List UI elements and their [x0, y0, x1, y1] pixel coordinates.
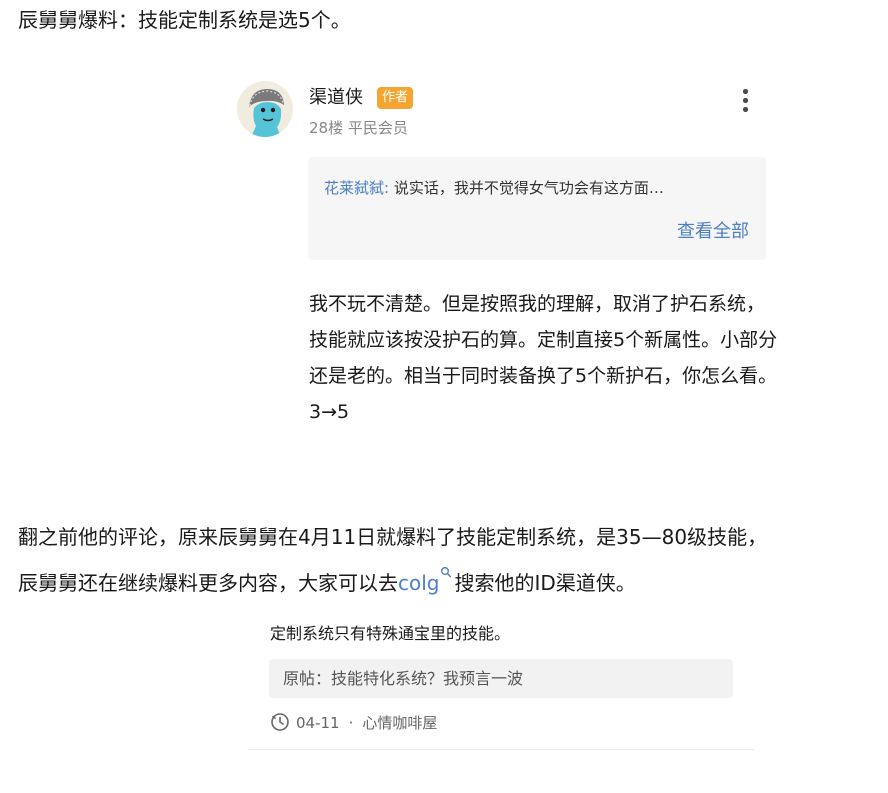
- quote-author[interactable]: 花莱弑弑:: [324, 179, 389, 197]
- author-avatar[interactable]: [237, 81, 293, 137]
- article-page: 辰舅舅爆料：技能定制系统是选5个。 渠道侠 作者 28楼 平民会员 花莱弑弑: …: [0, 0, 888, 793]
- floor-meta: 28楼 平民会员: [309, 119, 408, 137]
- post-date: 04-11: [296, 714, 340, 732]
- paragraph-line-1: 翻之前他的评论，原来辰舅舅在4月11日就爆料了技能定制系统，是35—80级技能，: [18, 525, 768, 549]
- original-post-box[interactable]: 原帖：技能特化系统？我预言一波: [269, 659, 733, 698]
- meta-separator: ·: [348, 714, 354, 732]
- quote-line: 花莱弑弑: 说实话，我并不觉得女气功会有这方面…: [324, 176, 754, 200]
- search-icon[interactable]: [440, 566, 452, 586]
- post-title[interactable]: 定制系统只有特殊通宝里的技能。: [270, 621, 510, 647]
- comment-body: 我不玩不清楚。但是按照我的理解，取消了护石系统，技能就应该按没护石的算。定制直接…: [309, 293, 778, 423]
- quoted-comment: 花莱弑弑: 说实话，我并不觉得女气功会有这方面… 查看全部: [308, 157, 766, 260]
- original-post-link: 原帖：技能特化系统？我预言一波: [283, 669, 524, 688]
- view-all-link[interactable]: 查看全部: [677, 218, 749, 246]
- paragraph-text-end: 搜索他的ID渠道侠。: [454, 571, 636, 595]
- paragraph-text: 辰舅舅还在继续爆料更多内容，大家可以去: [18, 571, 398, 595]
- post-meta: 04-11 · 心情咖啡屋: [270, 712, 437, 734]
- divider: [248, 749, 754, 750]
- clock-icon: [270, 712, 290, 732]
- more-vertical-icon[interactable]: [735, 86, 755, 116]
- author-name[interactable]: 渠道侠: [309, 85, 363, 111]
- board-name[interactable]: 心情咖啡屋: [362, 714, 437, 732]
- paragraph-line-2: 辰舅舅还在继续爆料更多内容，大家可以去colg 搜索他的ID渠道侠。: [18, 566, 636, 600]
- quote-text: 说实话，我并不觉得女气功会有这方面…: [389, 179, 664, 197]
- colg-link[interactable]: colg: [398, 571, 439, 595]
- headline: 辰舅舅爆料：技能定制系统是选5个。: [18, 8, 351, 32]
- avatar-illustration: [237, 81, 293, 137]
- author-badge: 作者: [377, 87, 414, 109]
